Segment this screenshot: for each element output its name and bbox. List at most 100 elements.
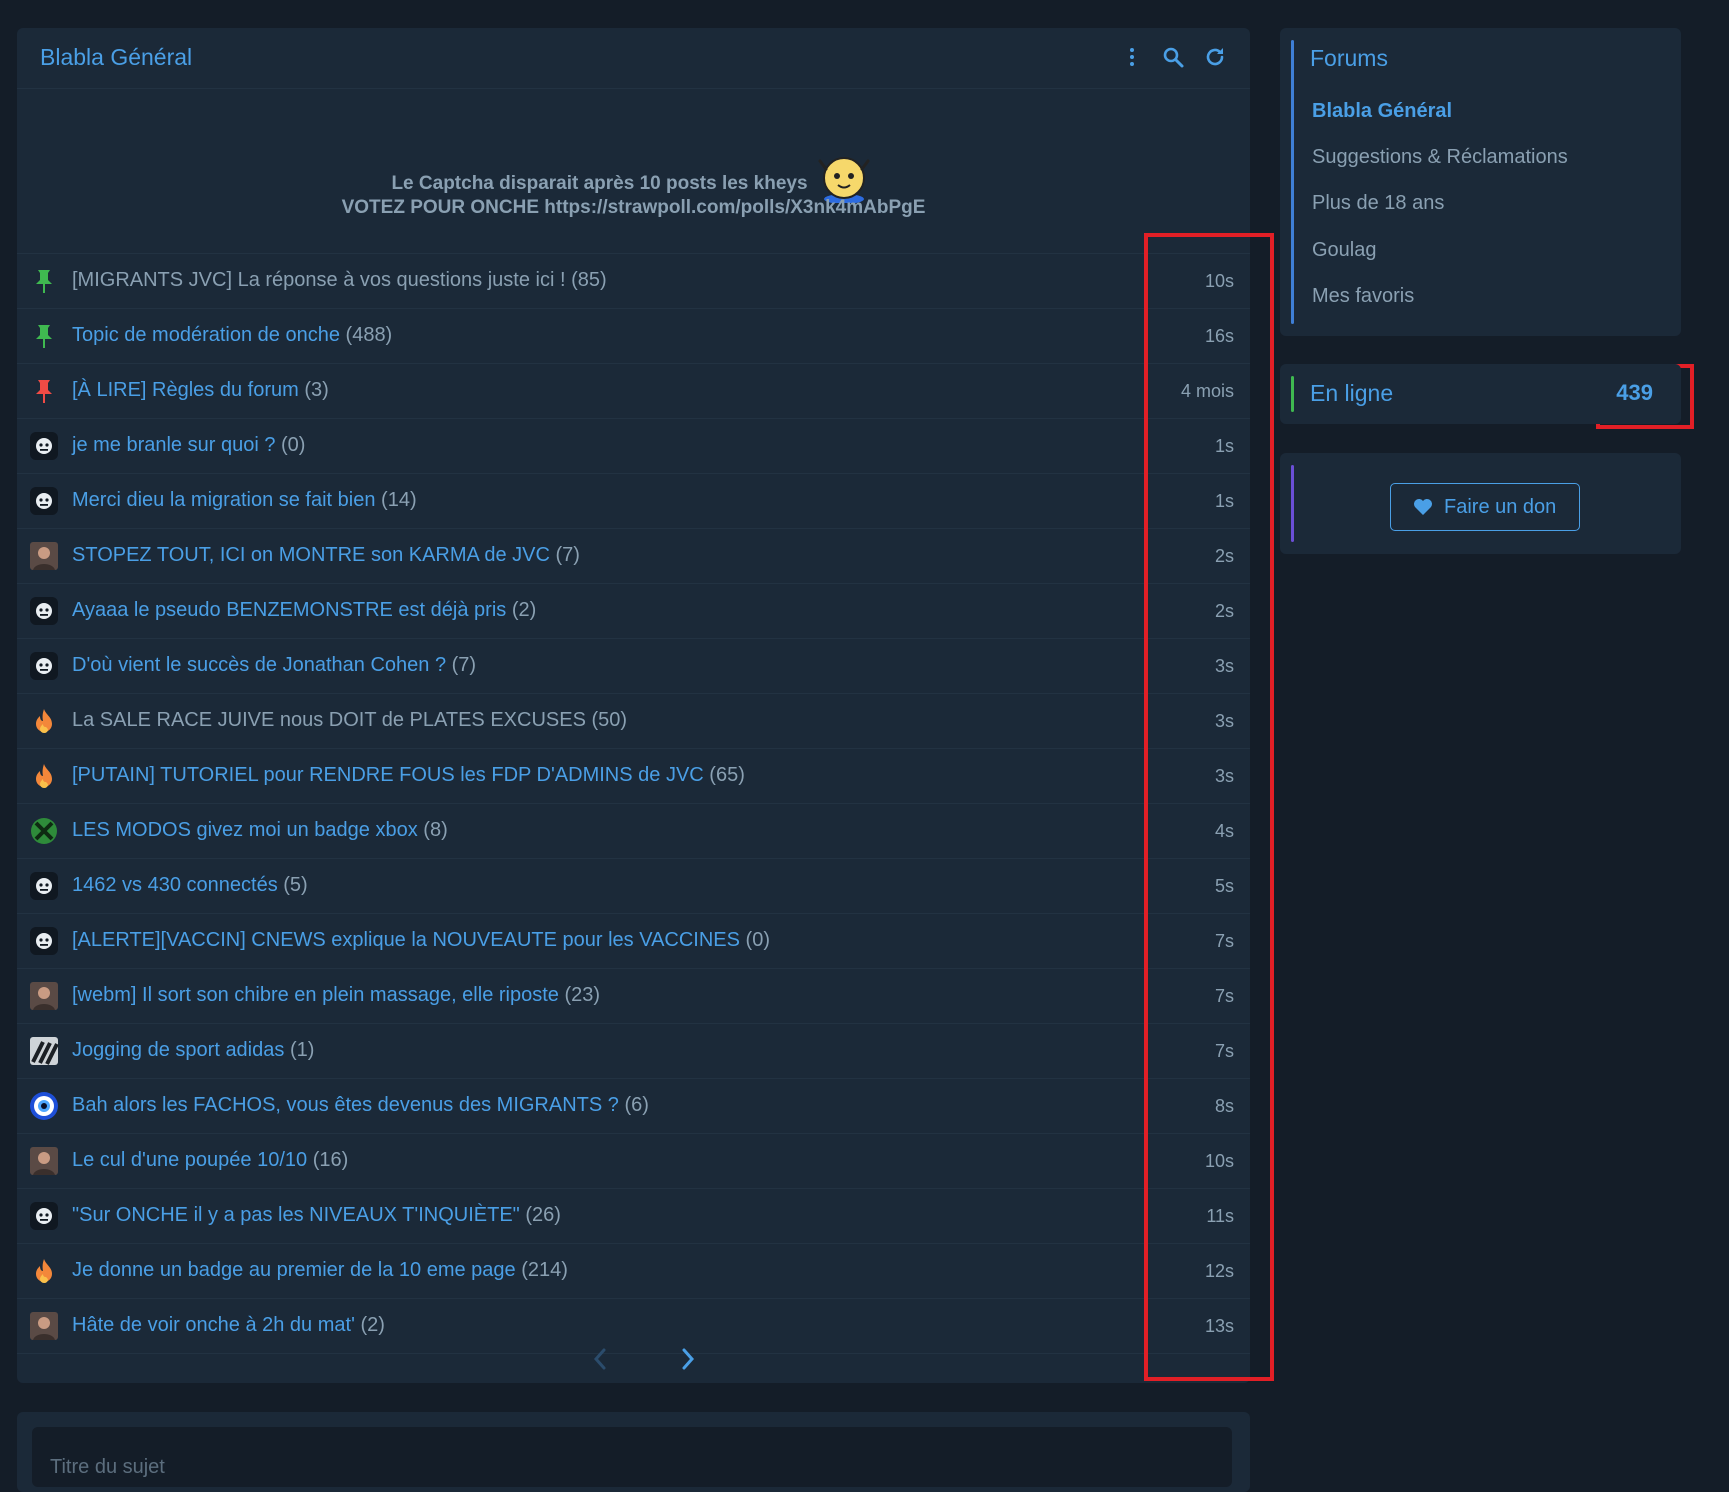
avatar-photo-icon <box>29 541 59 571</box>
topic-row[interactable]: Je donne un badge au premier de la 10 em… <box>17 1244 1250 1299</box>
chevron-right-icon[interactable] <box>675 1344 701 1374</box>
topic-title[interactable]: [webm] Il sort son chibre en plein massa… <box>72 984 559 1006</box>
search-icon[interactable] <box>1161 45 1185 69</box>
topic-title-link[interactable]: Je donne un badge au premier de la 10 em… <box>72 1259 568 1282</box>
topic-title-link[interactable]: STOPEZ TOUT, ICI on MONTRE son KARMA de … <box>72 544 580 567</box>
topic-title-link[interactable]: Topic de modération de onche (488) <box>72 324 392 347</box>
topic-row[interactable]: 1462 vs 430 connectés (5) 5s <box>17 859 1250 914</box>
topic-reply-count: (8) <box>423 819 448 841</box>
new-topic-panel <box>17 1412 1250 1492</box>
topic-title-link[interactable]: 1462 vs 430 connectés (5) <box>72 874 308 897</box>
topic-title-link[interactable]: LES MODOS givez moi un badge xbox (8) <box>72 819 448 842</box>
topic-row[interactable]: Jogging de sport adidas (1) 7s <box>17 1024 1250 1079</box>
topic-title[interactable]: Bah alors les FACHOS, vous êtes devenus … <box>72 1094 619 1116</box>
topic-title[interactable]: 1462 vs 430 connectés <box>72 874 278 896</box>
topic-row[interactable]: je me branle sur quoi ? (0) 1s <box>17 419 1250 474</box>
onche-face-icon <box>29 1201 59 1231</box>
more-vertical-icon[interactable] <box>1120 45 1144 69</box>
topic-title[interactable]: Jogging de sport adidas <box>72 1039 284 1061</box>
topic-row[interactable]: Bah alors les FACHOS, vous êtes devenus … <box>17 1079 1250 1134</box>
topic-row[interactable]: D'où vient le succès de Jonathan Cohen ?… <box>17 639 1250 694</box>
topic-title[interactable]: [ALERTE][VACCIN] CNEWS explique la NOUVE… <box>72 929 740 951</box>
topic-row[interactable]: [webm] Il sort son chibre en plein massa… <box>17 969 1250 1024</box>
online-panel: En ligne 439 <box>1280 364 1681 424</box>
topic-reply-count: (214) <box>521 1259 568 1281</box>
forum-link-goulag[interactable]: Goulag <box>1312 239 1377 262</box>
topic-title[interactable]: [MIGRANTS JVC] La réponse à vos question… <box>72 269 566 291</box>
topic-row[interactable]: "Sur ONCHE il y a pas les NIVEAUX T'INQU… <box>17 1189 1250 1244</box>
topic-title-link[interactable]: [MIGRANTS JVC] La réponse à vos question… <box>72 269 607 292</box>
topic-title-link[interactable]: Le cul d'une poupée 10/10 (16) <box>72 1149 348 1172</box>
topic-title-link[interactable]: [PUTAIN] TUTORIEL pour RENDRE FOUS les F… <box>72 764 745 787</box>
onche-face-icon <box>29 871 59 901</box>
topic-title[interactable]: LES MODOS givez moi un badge xbox <box>72 819 418 841</box>
topic-title[interactable]: [À LIRE] Règles du forum <box>72 379 299 401</box>
topic-row[interactable]: [MIGRANTS JVC] La réponse à vos question… <box>17 254 1250 309</box>
avatar-photo-icon <box>29 981 59 1011</box>
topic-row[interactable]: [PUTAIN] TUTORIEL pour RENDRE FOUS les F… <box>17 749 1250 804</box>
avatar-photo-icon <box>29 1311 59 1341</box>
topic-title[interactable]: Le cul d'une poupée 10/10 <box>72 1149 307 1171</box>
topic-row[interactable]: Ayaaa le pseudo BENZEMONSTRE est déjà pr… <box>17 584 1250 639</box>
topic-row[interactable]: Le cul d'une poupée 10/10 (16) 10s <box>17 1134 1250 1189</box>
onche-face-icon <box>29 926 59 956</box>
topic-title[interactable]: Ayaaa le pseudo BENZEMONSTRE est déjà pr… <box>72 599 506 621</box>
topic-title[interactable]: Topic de modération de onche <box>72 324 340 346</box>
topic-title-link[interactable]: "Sur ONCHE il y a pas les NIVEAUX T'INQU… <box>72 1204 561 1227</box>
pin-green-icon <box>29 321 59 351</box>
topic-title[interactable]: La SALE RACE JUIVE nous DOIT de PLATES E… <box>72 709 586 731</box>
online-count: 439 <box>1616 380 1653 405</box>
topic-title-link[interactable]: je me branle sur quoi ? (0) <box>72 434 305 457</box>
topic-row[interactable]: [À LIRE] Règles du forum (3) 4 mois <box>17 364 1250 419</box>
topic-title[interactable]: "Sur ONCHE il y a pas les NIVEAUX T'INQU… <box>72 1204 520 1226</box>
donate-button[interactable]: Faire un don <box>1390 483 1580 531</box>
topic-row[interactable]: STOPEZ TOUT, ICI on MONTRE son KARMA de … <box>17 529 1250 584</box>
evil-eye-icon <box>29 1091 59 1121</box>
topic-title-link[interactable]: La SALE RACE JUIVE nous DOIT de PLATES E… <box>72 709 627 732</box>
topic-row[interactable]: Topic de modération de onche (488) 16s <box>17 309 1250 364</box>
topic-title[interactable]: Je donne un badge au premier de la 10 em… <box>72 1259 516 1281</box>
topic-title[interactable]: STOPEZ TOUT, ICI on MONTRE son KARMA de … <box>72 544 550 566</box>
topic-title-link[interactable]: Merci dieu la migration se fait bien (14… <box>72 489 417 512</box>
topic-list-panel: Blabla Général Le Captcha disparait aprè… <box>17 28 1250 1383</box>
forum-link-favoris[interactable]: Mes favoris <box>1312 285 1414 308</box>
forum-link-blabla-general[interactable]: Blabla Général <box>1312 100 1452 123</box>
topic-reply-count: (7) <box>555 544 580 566</box>
topic-list: [MIGRANTS JVC] La réponse à vos question… <box>17 254 1250 1354</box>
strawpoll-link[interactable]: https://strawpoll.com/polls/X3nk4mAbPgE <box>544 197 925 218</box>
topic-title-link[interactable]: Bah alors les FACHOS, vous êtes devenus … <box>72 1094 649 1117</box>
topic-title[interactable]: je me branle sur quoi ? <box>72 434 275 456</box>
topic-title-link[interactable]: Hâte de voir onche à 2h du mat' (2) <box>72 1314 385 1337</box>
topic-title-link[interactable]: Jogging de sport adidas (1) <box>72 1039 314 1062</box>
topic-title-link[interactable]: [webm] Il sort son chibre en plein massa… <box>72 984 600 1007</box>
topic-row[interactable]: La SALE RACE JUIVE nous DOIT de PLATES E… <box>17 694 1250 749</box>
refresh-icon[interactable] <box>1203 45 1227 69</box>
topic-title[interactable]: D'où vient le succès de Jonathan Cohen ? <box>72 654 446 676</box>
topic-row[interactable]: [ALERTE][VACCIN] CNEWS explique la NOUVE… <box>17 914 1250 969</box>
pagination <box>17 1338 1250 1378</box>
fire-icon <box>29 761 59 791</box>
chevron-left-icon[interactable] <box>587 1344 613 1374</box>
topic-reply-count: (26) <box>525 1204 561 1226</box>
forum-link-plus-de-18[interactable]: Plus de 18 ans <box>1312 192 1444 215</box>
donate-accent-bar <box>1291 465 1294 542</box>
subject-title-input[interactable] <box>32 1427 1232 1487</box>
topic-row[interactable]: Merci dieu la migration se fait bien (14… <box>17 474 1250 529</box>
topic-title[interactable]: [PUTAIN] TUTORIEL pour RENDRE FOUS les F… <box>72 764 704 786</box>
topic-title-link[interactable]: [À LIRE] Règles du forum (3) <box>72 379 329 402</box>
topic-title-link[interactable]: [ALERTE][VACCIN] CNEWS explique la NOUVE… <box>72 929 770 952</box>
topic-row[interactable]: LES MODOS givez moi un badge xbox (8) 4s <box>17 804 1250 859</box>
topic-title-link[interactable]: D'où vient le succès de Jonathan Cohen ?… <box>72 654 476 677</box>
donate-label: Faire un don <box>1444 496 1557 518</box>
adidas-stripes-icon <box>29 1036 59 1066</box>
topic-reply-count: (50) <box>591 709 628 731</box>
donate-panel: Faire un don <box>1280 453 1681 554</box>
xbox-icon <box>29 816 59 846</box>
forums-heading: Forums <box>1310 45 1388 71</box>
onche-face-icon <box>29 431 59 461</box>
topic-title[interactable]: Merci dieu la migration se fait bien <box>72 489 375 511</box>
forum-link-suggestions[interactable]: Suggestions & Réclamations <box>1312 146 1568 169</box>
topic-reply-count: (85) <box>571 269 607 291</box>
topic-title-link[interactable]: Ayaaa le pseudo BENZEMONSTRE est déjà pr… <box>72 599 536 622</box>
topic-title[interactable]: Hâte de voir onche à 2h du mat' <box>72 1314 355 1336</box>
